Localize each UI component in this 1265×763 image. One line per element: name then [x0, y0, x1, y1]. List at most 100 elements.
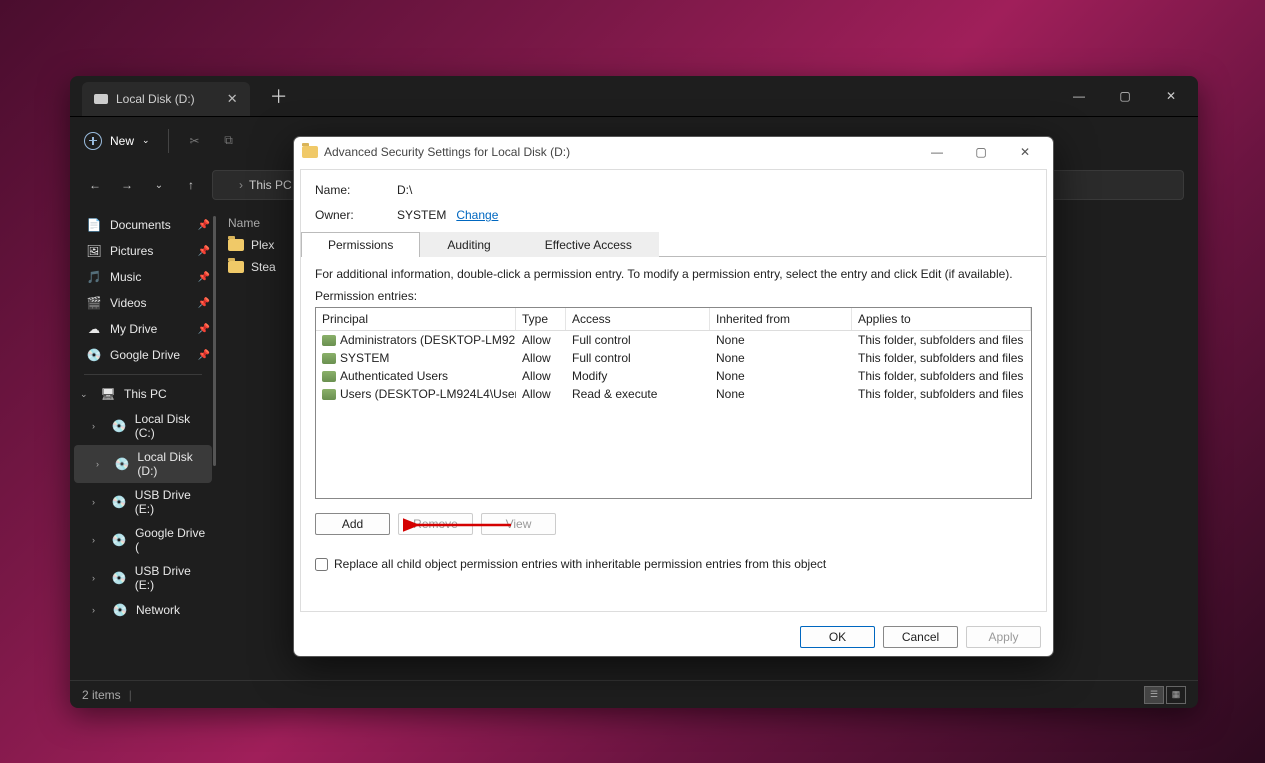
col-access[interactable]: Access	[566, 308, 710, 330]
icons-view-button[interactable]: ▦	[1166, 686, 1186, 704]
disk-icon	[94, 94, 108, 104]
plus-circle-icon	[84, 132, 102, 150]
history-dropdown[interactable]: ⌄	[148, 174, 170, 196]
group-icon	[322, 335, 336, 346]
up-button[interactable]: ↑	[180, 174, 202, 196]
sidebar-scrollbar[interactable]	[213, 216, 216, 466]
principal: Administrators (DESKTOP-LM92...	[340, 333, 516, 347]
view-button[interactable]: View	[481, 513, 556, 535]
close-button[interactable]: ✕	[1148, 76, 1194, 116]
dialog-body: Name: D:\ Owner: SYSTEM Change Permissio…	[300, 169, 1047, 612]
minimize-button[interactable]: —	[915, 138, 959, 166]
permission-list[interactable]: Principal Type Access Inherited from App…	[315, 307, 1032, 499]
sidebar-item[interactable]: 🎵Music📌	[70, 264, 216, 290]
chevron-right-icon[interactable]: ›	[92, 421, 103, 431]
pin-icon[interactable]: 📌	[198, 272, 210, 283]
pin-icon[interactable]: 📌	[198, 324, 210, 335]
col-applies[interactable]: Applies to	[852, 308, 1031, 330]
tree-drive[interactable]: ›💿Network	[70, 597, 216, 623]
close-button[interactable]: ✕	[1003, 138, 1047, 166]
cut-icon[interactable]: ✂	[187, 133, 203, 149]
sidebar-item[interactable]: 📄Documents📌	[70, 212, 216, 238]
tree-thispc[interactable]: ⌄ 🖥 This PC	[70, 381, 216, 407]
remove-button[interactable]: Remove	[398, 513, 473, 535]
replace-checkbox[interactable]	[315, 558, 328, 571]
change-owner-link[interactable]: Change	[456, 208, 498, 222]
col-type[interactable]: Type	[516, 308, 566, 330]
folder-icon	[228, 261, 244, 273]
applies: This folder, subfolders and files	[852, 350, 1031, 366]
sidebar-item[interactable]: 🎬 Videos 📌	[70, 290, 216, 316]
new-button[interactable]: New ⌄	[84, 132, 150, 150]
item-icon: 🖼	[86, 243, 102, 259]
chevron-right-icon[interactable]: ›	[92, 605, 104, 615]
item-label: Pictures	[110, 244, 153, 258]
drive-label: Local Disk (D:)	[137, 450, 206, 478]
explorer-tab[interactable]: Local Disk (D:) ✕	[82, 82, 250, 116]
item-label: Music	[110, 270, 141, 284]
entries-label: Permission entries:	[315, 289, 1032, 303]
permission-row[interactable]: Users (DESKTOP-LM924L4\Users)AllowRead &…	[316, 385, 1031, 403]
tree-drive[interactable]: ›💿Local Disk (C:)	[70, 407, 216, 445]
inherited: None	[710, 368, 852, 384]
explorer-statusbar: 2 items | ☰ ▦	[70, 680, 1198, 708]
chevron-right-icon[interactable]: ›	[92, 497, 103, 507]
folder-name: Stea	[251, 260, 276, 274]
permission-row[interactable]: Administrators (DESKTOP-LM92...AllowFull…	[316, 331, 1031, 349]
tab-permissions[interactable]: Permissions	[301, 232, 420, 257]
col-inherited[interactable]: Inherited from	[710, 308, 852, 330]
item-label: Videos	[110, 296, 146, 310]
sidebar-item[interactable]: 🖼 Pictures 📌	[70, 238, 216, 264]
maximize-button[interactable]: ▢	[1102, 76, 1148, 116]
apply-button[interactable]: Apply	[966, 626, 1041, 648]
tab-auditing[interactable]: Auditing	[420, 232, 517, 257]
pin-icon[interactable]: 📌	[198, 246, 210, 257]
pin-icon[interactable]: 📌	[198, 220, 210, 231]
forward-button[interactable]: →	[116, 174, 138, 196]
access: Full control	[566, 350, 710, 366]
sidebar-item[interactable]: 💿Google Drive📌	[70, 342, 216, 368]
tree-label: This PC	[124, 387, 167, 401]
copy-icon[interactable]: ⧉	[221, 133, 237, 149]
pin-icon[interactable]: 📌	[198, 350, 210, 361]
new-tab-button[interactable]: ＋	[270, 83, 288, 109]
tree-drive[interactable]: ›💿Local Disk (D:)	[74, 445, 212, 483]
nav-tree: ⌄ 🖥 This PC ›💿Local Disk (C:)›💿Local Dis…	[70, 381, 216, 623]
tree-drive[interactable]: ›💿Google Drive (	[70, 521, 216, 559]
item-icon: 🎬	[86, 295, 102, 311]
folder-icon	[302, 146, 318, 158]
toolbar-divider	[168, 129, 169, 153]
col-principal[interactable]: Principal	[316, 308, 516, 330]
tree-drive[interactable]: ›💿USB Drive (E:)	[70, 559, 216, 597]
type: Allow	[516, 386, 566, 402]
minimize-button[interactable]: —	[1056, 76, 1102, 116]
window-controls: — ▢ ✕	[1056, 76, 1194, 116]
sidebar-item[interactable]: ☁My Drive📌	[70, 316, 216, 342]
permission-row[interactable]: Authenticated UsersAllowModifyNoneThis f…	[316, 367, 1031, 385]
chevron-right-icon[interactable]: ›	[96, 459, 106, 469]
dialog-title: Advanced Security Settings for Local Dis…	[324, 145, 570, 159]
explorer-sidebar: 📄Documents📌🖼Pictures📌🎵Music📌🎬Videos📌☁My …	[70, 206, 216, 680]
cancel-button[interactable]: Cancel	[883, 626, 958, 648]
name-row: Name: D:\	[301, 180, 1046, 200]
tree-drive[interactable]: ›💿USB Drive (E:)	[70, 483, 216, 521]
add-button[interactable]: Add	[315, 513, 390, 535]
pin-icon[interactable]: 📌	[198, 298, 210, 309]
access: Read & execute	[566, 386, 710, 402]
owner-label: Owner:	[315, 208, 397, 222]
back-button[interactable]: ←	[84, 174, 106, 196]
chevron-down-icon[interactable]: ⌄	[80, 389, 92, 400]
maximize-button[interactable]: ▢	[959, 138, 1003, 166]
chevron-right-icon[interactable]: ›	[92, 573, 103, 583]
details-view-button[interactable]: ☰	[1144, 686, 1164, 704]
ok-button[interactable]: OK	[800, 626, 875, 648]
close-tab-icon[interactable]: ✕	[227, 91, 238, 107]
principal: Authenticated Users	[340, 369, 448, 383]
tab-effective-access[interactable]: Effective Access	[518, 232, 659, 257]
chevron-right-icon[interactable]: ›	[92, 535, 104, 545]
advanced-security-dialog: Advanced Security Settings for Local Dis…	[293, 136, 1054, 657]
permission-row[interactable]: SYSTEMAllowFull controlNoneThis folder, …	[316, 349, 1031, 367]
breadcrumb-thispc[interactable]: This PC	[249, 178, 292, 192]
dialog-window-controls: — ▢ ✕	[915, 138, 1047, 166]
item-icon: 💿	[86, 347, 102, 363]
